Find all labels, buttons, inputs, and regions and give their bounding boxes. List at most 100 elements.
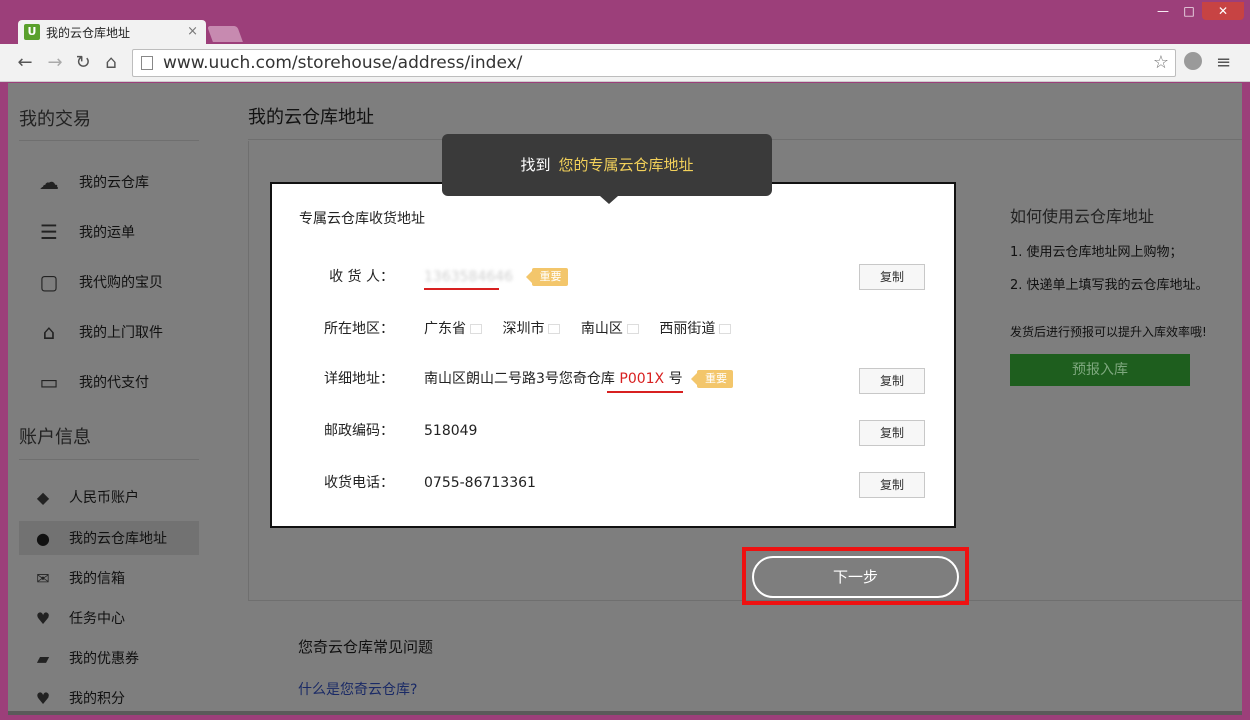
heart-icon: ♥ bbox=[35, 688, 51, 708]
divider bbox=[19, 459, 199, 460]
field-label: 详细地址： bbox=[324, 371, 394, 387]
phone-value: 0755-86713361 bbox=[424, 475, 536, 491]
sidebar-item-pickup[interactable]: ⌂ 我的上门取件 bbox=[19, 315, 199, 349]
house-icon: ⌂ bbox=[42, 320, 56, 344]
red-underline bbox=[607, 391, 683, 393]
sidebar-item-label: 我的云仓库地址 bbox=[69, 531, 167, 547]
region-text: 广东省 bbox=[424, 321, 466, 337]
address-card-title: 专属云仓库收货地址 bbox=[299, 211, 425, 227]
postcode-row: 邮政编码： 518049 复制 bbox=[272, 418, 954, 446]
copy-icon[interactable] bbox=[626, 324, 639, 334]
card-icon: ▭ bbox=[39, 370, 59, 394]
copy-address-button[interactable]: 复制 bbox=[859, 368, 925, 394]
usage-help-panel: 如何使用云仓库地址 1. 使用云仓库地址网上购物； 2. 快递单上填写我的云仓库… bbox=[1010, 145, 1242, 386]
close-window-button[interactable]: ✕ bbox=[1202, 2, 1244, 20]
region-city: 深圳市 bbox=[502, 321, 561, 337]
red-underline bbox=[424, 288, 499, 290]
copy-phone-button[interactable]: 复制 bbox=[859, 472, 925, 498]
bookmark-star-icon[interactable]: ☆ bbox=[1153, 52, 1169, 73]
copy-icon[interactable] bbox=[470, 324, 482, 334]
tab-title: 我的云仓库地址 bbox=[46, 25, 131, 40]
sidebar-item-purchases[interactable]: ▢ 我代购的宝贝 bbox=[19, 265, 199, 299]
browser-tab[interactable]: U 我的云仓库地址 × bbox=[18, 20, 206, 44]
sidebar-item-rmb-account[interactable]: ◆ 人民币账户 bbox=[19, 480, 199, 514]
reload-icon[interactable]: ↻ bbox=[72, 52, 94, 74]
region-values: 广东省 深圳市 南山区 西丽街道 bbox=[424, 316, 747, 342]
home-icon[interactable]: ⌂ bbox=[100, 52, 122, 74]
help-note: 发货后进行预报可以提升入库效率哦! bbox=[1010, 325, 1207, 339]
copy-icon[interactable] bbox=[719, 324, 732, 334]
detail-address-suffix: 号 bbox=[668, 371, 683, 387]
field-label: 邮政编码： bbox=[324, 423, 394, 439]
faq-link[interactable]: 什么是您奇云仓库? bbox=[298, 679, 417, 699]
detail-address-prefix: 南山区朗山二号路3号您奇仓库 bbox=[424, 371, 615, 387]
sidebar-item-warehouse-address[interactable]: ● 我的云仓库地址 bbox=[19, 521, 199, 555]
important-badge: 重要 bbox=[525, 268, 568, 286]
sidebar-item-points[interactable]: ♥ 我的积分 bbox=[19, 681, 199, 713]
detail-address-value: 南山区朗山二号路3号您奇仓库 P001X 号 重要 bbox=[424, 366, 734, 392]
warehouse-code: P001X bbox=[619, 371, 665, 387]
minimize-button[interactable]: — bbox=[1150, 4, 1176, 18]
page-icon bbox=[141, 56, 153, 70]
region-district: 南山区 bbox=[581, 321, 639, 337]
phone-row: 收货电话： 0755-86713361 复制 bbox=[272, 470, 954, 498]
sidebar-item-label: 我代购的宝贝 bbox=[79, 275, 163, 291]
sidebar-item-label: 我的云仓库 bbox=[79, 175, 149, 191]
sidebar-item-payment[interactable]: ▭ 我的代支付 bbox=[19, 365, 199, 399]
sidebar-item-label: 我的上门取件 bbox=[79, 325, 163, 341]
extension-globe-icon[interactable] bbox=[1184, 52, 1202, 70]
detail-address-row: 详细地址： 南山区朗山二号路3号您奇仓库 P001X 号 重要 复制 bbox=[272, 366, 954, 394]
new-tab-button[interactable] bbox=[207, 26, 243, 42]
horizontal-scrollbar[interactable] bbox=[8, 711, 1242, 715]
help-step: 1. 使用云仓库地址网上购物； bbox=[1010, 245, 1183, 260]
shopping-bag-icon: ▢ bbox=[39, 270, 59, 294]
sidebar-item-label: 我的优惠券 bbox=[69, 651, 139, 667]
sidebar-item-label: 我的信箱 bbox=[69, 571, 125, 587]
site-logo-icon: U bbox=[24, 24, 40, 40]
region-row: 所在地区： 广东省 深圳市 南山区 西丽街道 bbox=[272, 316, 954, 342]
field-label: 所在地区： bbox=[324, 321, 394, 337]
address-bar[interactable]: www.uuch.com/storehouse/address/index/ ☆ bbox=[132, 49, 1176, 77]
faq-title: 您奇云仓库常见问题 bbox=[298, 638, 434, 656]
field-label: 收 货 人： bbox=[329, 269, 394, 285]
sidebar: 我的交易 ☁ 我的云仓库 ☰ 我的运单 ▢ 我代购的宝贝 ⌂ 我的上门取件 ▭ … bbox=[8, 83, 248, 713]
menu-icon[interactable]: ≡ bbox=[1216, 52, 1231, 73]
title-bar: U 我的云仓库地址 × — □ ✕ bbox=[0, 0, 1250, 44]
divider bbox=[19, 140, 199, 141]
address-card: 专属云仓库收货地址 收 货 人： 1363584646 重要 复制 所在地区： … bbox=[270, 182, 956, 528]
help-step: 2. 快递单上填写我的云仓库地址。 bbox=[1010, 278, 1209, 293]
back-arrow-icon[interactable]: ← bbox=[14, 52, 36, 74]
tab-close-icon[interactable]: × bbox=[187, 24, 198, 39]
sidebar-item-coupons[interactable]: ▰ 我的优惠券 bbox=[19, 641, 199, 675]
copy-recipient-button[interactable]: 复制 bbox=[859, 264, 925, 290]
next-step-button[interactable]: 下一步 bbox=[752, 556, 959, 598]
sidebar-item-cloud-warehouse[interactable]: ☁ 我的云仓库 bbox=[19, 165, 199, 199]
coupon-icon: ▰ bbox=[36, 648, 50, 668]
prereport-button[interactable]: 预报入库 bbox=[1010, 354, 1190, 386]
sidebar-item-label: 任务中心 bbox=[69, 611, 125, 627]
sidebar-item-tasks[interactable]: ♥ 任务中心 bbox=[19, 601, 199, 635]
browser-toolbar: ← → ↻ ⌂ www.uuch.com/storehouse/address/… bbox=[0, 44, 1250, 82]
maximize-button[interactable]: □ bbox=[1176, 4, 1202, 18]
heart-icon: ♥ bbox=[35, 608, 51, 628]
sidebar-section-account: 账户信息 bbox=[19, 427, 91, 448]
yuan-icon: ◆ bbox=[36, 487, 50, 507]
mail-icon: ✉ bbox=[36, 568, 50, 588]
tooltip-highlight: 您的专属云仓库地址 bbox=[558, 156, 694, 174]
sidebar-item-waybill[interactable]: ☰ 我的运单 bbox=[19, 215, 199, 249]
url-text[interactable]: www.uuch.com/storehouse/address/index/ bbox=[163, 53, 522, 73]
page-title: 我的云仓库地址 bbox=[248, 107, 374, 128]
guide-tooltip: 找到 您的专属云仓库地址 bbox=[442, 134, 772, 204]
region-province: 广东省 bbox=[424, 321, 482, 337]
important-badge: 重要 bbox=[691, 370, 734, 388]
postcode-value: 518049 bbox=[424, 423, 478, 439]
recipient-value: 1363584646 bbox=[424, 269, 514, 285]
forward-arrow-icon[interactable]: → bbox=[44, 52, 66, 74]
sidebar-item-mailbox[interactable]: ✉ 我的信箱 bbox=[19, 561, 199, 595]
copy-postcode-button[interactable]: 复制 bbox=[859, 420, 925, 446]
field-value-wrap: 1363584646 重要 bbox=[424, 264, 568, 290]
region-text: 南山区 bbox=[580, 321, 623, 337]
copy-icon[interactable] bbox=[548, 324, 561, 334]
region-text: 西丽街道 bbox=[659, 321, 716, 337]
region-text: 深圳市 bbox=[502, 321, 545, 337]
